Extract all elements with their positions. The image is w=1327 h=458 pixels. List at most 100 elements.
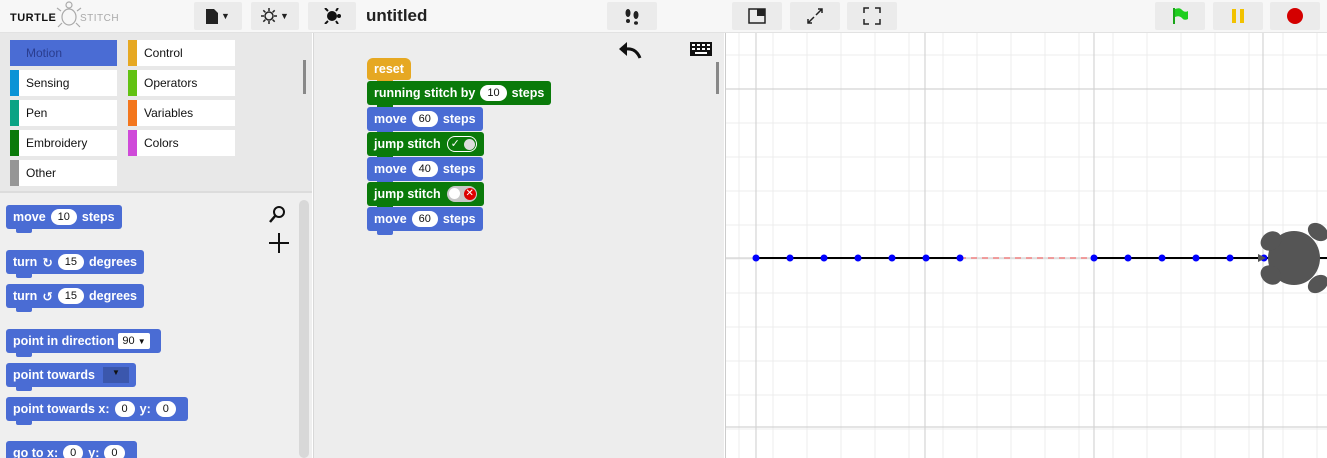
stitch-point [786, 254, 794, 262]
category-swatch [128, 130, 137, 156]
category-swatch [128, 40, 137, 66]
category-label: Operators [144, 76, 198, 90]
block-input[interactable]: 10 [50, 209, 77, 225]
green-flag-button[interactable] [1155, 2, 1205, 30]
category-label: Control [144, 46, 183, 60]
category-swatch [10, 100, 19, 126]
move-block[interactable]: move 60 steps [367, 107, 483, 135]
block-label: reset [374, 62, 404, 76]
category-label: Variables [144, 106, 194, 120]
category-motion[interactable]: Motion [10, 40, 117, 66]
running-stitch-block[interactable]: running stitch by 10 steps [367, 81, 552, 109]
y-input[interactable]: 0 [104, 445, 125, 458]
block-label: steps [81, 210, 115, 224]
jump-stitch-off-block[interactable]: jump stitch ✕ [367, 182, 484, 210]
stitch-point [888, 254, 896, 262]
file-menu-button[interactable]: ▼ [194, 2, 242, 30]
block-label: point towards x: [13, 402, 110, 416]
y-input[interactable]: 0 [155, 401, 176, 417]
block-input[interactable]: 60 [411, 211, 438, 227]
block-label: y: [139, 402, 151, 416]
block-label: degrees [89, 255, 137, 269]
block-label: move [374, 162, 407, 176]
palette-scrollbar[interactable] [299, 200, 309, 458]
pause-icon [1232, 9, 1244, 23]
palette-point-direction-block[interactable]: point in direction 90 ▼ [6, 329, 161, 357]
category-label: Sensing [26, 76, 70, 90]
target-dropdown[interactable] [102, 367, 129, 383]
block-input[interactable]: 60 [411, 111, 438, 127]
script-scrollbar[interactable] [716, 62, 719, 94]
block-input[interactable]: 15 [57, 254, 85, 270]
stitch-point [1192, 254, 1200, 262]
category-label: Motion [26, 46, 63, 60]
category-scrollbar[interactable] [303, 60, 306, 94]
block-input[interactable]: 40 [411, 161, 438, 177]
category-variables[interactable]: Variables [128, 100, 235, 126]
block-input[interactable]: 10 [480, 85, 507, 101]
palette-point-towards-xy-block[interactable]: point towards x: 0 y: 0 [6, 397, 188, 425]
search-icon[interactable] [268, 205, 288, 225]
palette-turn-ccw-block[interactable]: turn ↺ 15 degrees [6, 284, 144, 312]
stage-size-icon [748, 8, 766, 24]
shrink-icon [807, 8, 823, 24]
category-pen[interactable]: Pen [10, 100, 117, 126]
stop-button[interactable] [1270, 2, 1320, 30]
turtle-button[interactable] [308, 2, 356, 30]
file-icon [206, 8, 219, 24]
palette-go-to-xy-block[interactable]: go to x: 0 y: 0 [6, 441, 137, 458]
jump-stitch-on-block[interactable]: jump stitch ✓ [367, 132, 484, 160]
category-other[interactable]: Other [10, 160, 117, 186]
fullscreen-button[interactable] [847, 2, 897, 30]
block-label: y: [88, 446, 100, 458]
settings-menu-button[interactable]: ▼ [251, 2, 299, 30]
show-stitches-button[interactable] [607, 2, 657, 30]
category-swatch [128, 70, 137, 96]
normal-stage-button[interactable] [732, 2, 782, 30]
block-label: jump stitch [374, 187, 441, 201]
palette-point-towards-block[interactable]: point towards [6, 363, 136, 391]
block-label: degrees [89, 289, 137, 303]
block-label: jump stitch [374, 137, 441, 151]
category-swatch [10, 130, 19, 156]
turtle-icon [324, 8, 341, 24]
category-sensing[interactable]: Sensing [10, 70, 117, 96]
logo[interactable]: TURTLE STITCH [8, 0, 120, 33]
block-label: turn [13, 289, 38, 303]
jump-toggle[interactable]: ✕ [446, 186, 477, 202]
block-label: point in direction [13, 334, 115, 348]
top-bar: TURTLE STITCH ▼ ▼ untitled [0, 0, 1327, 33]
category-embroidery[interactable]: Embroidery [10, 130, 117, 156]
stage[interactable] [725, 33, 1327, 458]
undo-icon[interactable] [618, 41, 642, 59]
category-control[interactable]: Control [128, 40, 235, 66]
block-input[interactable]: 15 [57, 288, 85, 304]
palette-turn-cw-block[interactable]: turn ↻ 15 degrees [6, 250, 144, 278]
x-input[interactable]: 0 [63, 445, 84, 458]
pause-button[interactable] [1213, 2, 1263, 30]
logo-turtle-icon [56, 1, 82, 28]
category-colors[interactable]: Colors [128, 130, 235, 156]
plus-icon[interactable] [268, 232, 290, 254]
block-label: point towards [13, 368, 95, 382]
direction-dropdown[interactable]: 90 ▼ [118, 333, 150, 349]
jump-toggle[interactable]: ✓ [446, 136, 477, 152]
stitch-point [1090, 254, 1098, 262]
stitch-point [956, 254, 964, 262]
grid-minor [726, 33, 1327, 458]
move-block[interactable]: move 40 steps [367, 157, 483, 185]
toggle-knob [463, 139, 475, 150]
block-label: steps [442, 212, 476, 226]
chevron-down-icon: ▼ [280, 11, 289, 21]
keyboard-icon[interactable] [690, 42, 712, 56]
x-input[interactable]: 0 [114, 401, 135, 417]
category-operators[interactable]: Operators [128, 70, 235, 96]
block-label: steps [442, 112, 476, 126]
footprints-icon [625, 9, 639, 25]
dropdown-value: 90 [122, 335, 135, 347]
move-block[interactable]: move 60 steps [367, 207, 483, 235]
project-name[interactable]: untitled [366, 6, 427, 26]
reset-block[interactable]: reset [367, 58, 411, 84]
palette-move-block[interactable]: move 10 steps [6, 205, 122, 233]
shrink-stage-button[interactable] [790, 2, 840, 30]
